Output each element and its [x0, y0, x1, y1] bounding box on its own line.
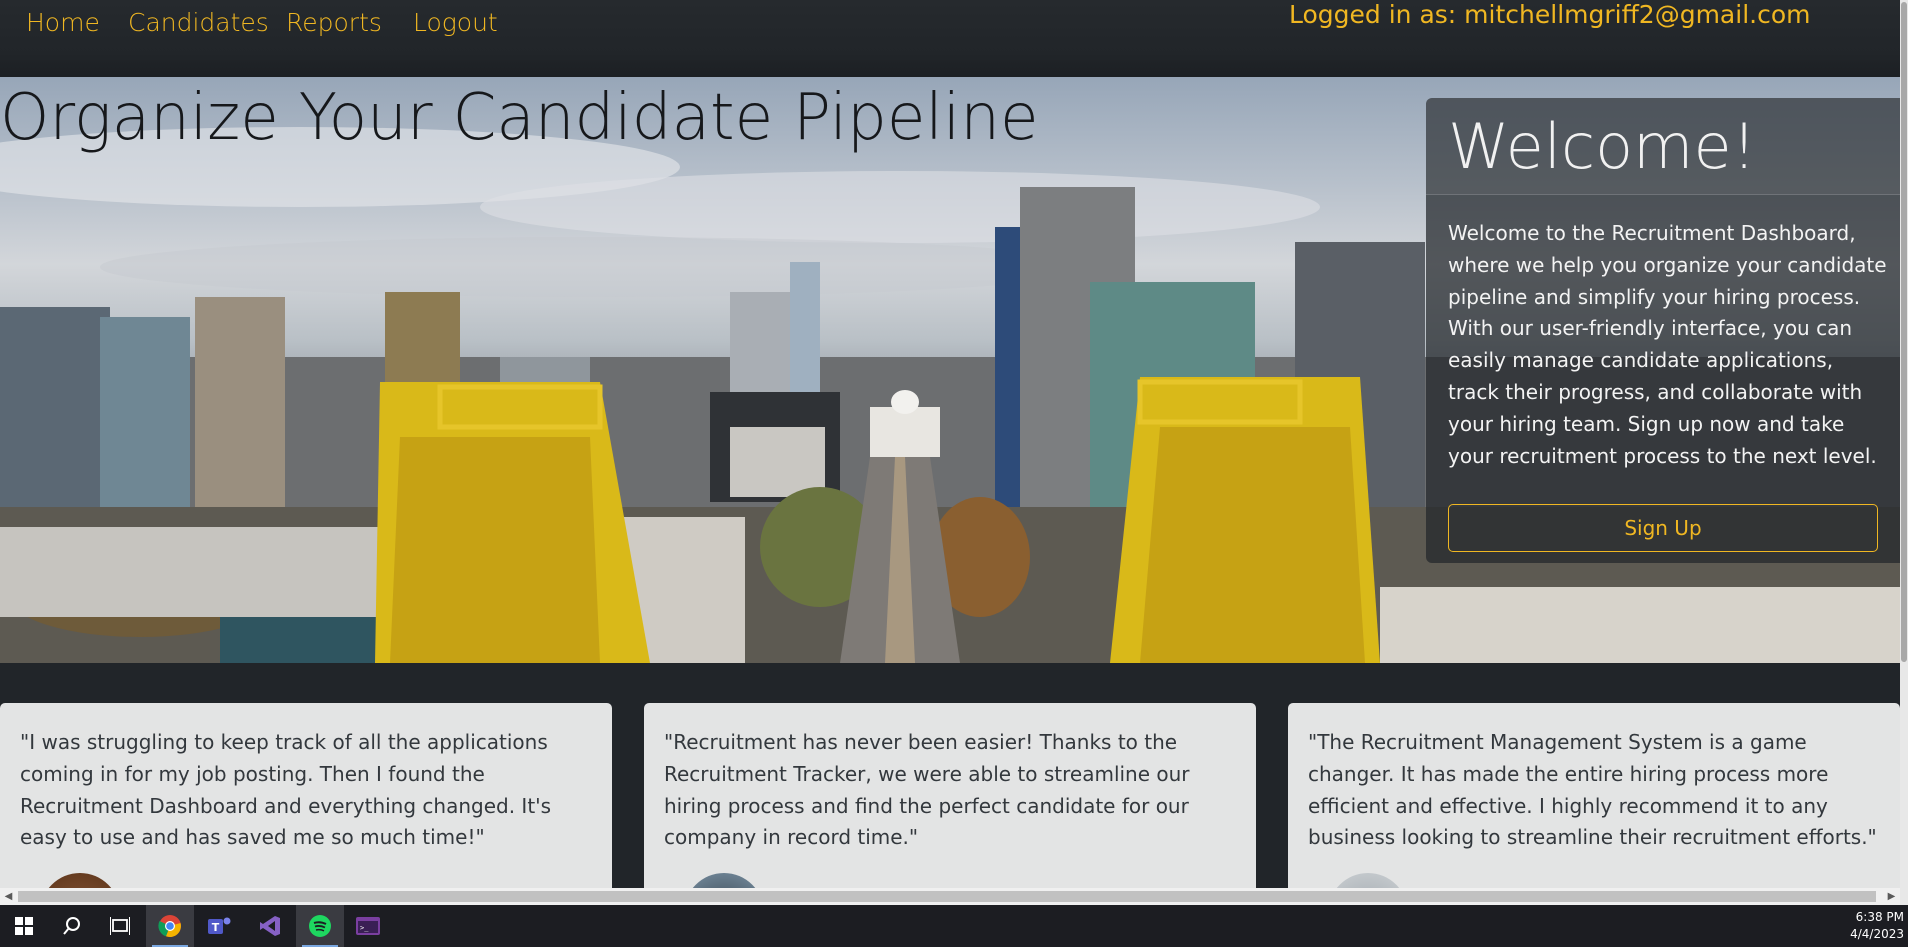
- vertical-scrollbar[interactable]: [1900, 0, 1908, 905]
- nav-link-home[interactable]: Home: [26, 8, 100, 37]
- svg-text:>_: >_: [360, 924, 369, 932]
- horizontal-scrollbar[interactable]: ◀ ▶: [0, 888, 1900, 905]
- testimonial-card: "The Recruitment Management System is a …: [1288, 703, 1900, 903]
- chrome-icon[interactable]: [146, 905, 194, 947]
- task-view-icon[interactable]: [96, 905, 144, 947]
- navbar: Home Candidates Reports Logout Logged in…: [0, 0, 1900, 77]
- windows-start-icon[interactable]: [0, 905, 48, 947]
- spotify-icon[interactable]: [296, 905, 344, 947]
- welcome-title: Welcome!: [1448, 110, 1757, 183]
- clock-date: 4/4/2023: [1850, 927, 1904, 941]
- system-clock[interactable]: 6:38 PM 4/4/2023: [1850, 909, 1904, 943]
- hero-title: Organize Your Candidate Pipeline: [0, 81, 1039, 155]
- testimonial-text: "Recruitment has never been easier! Than…: [664, 730, 1190, 850]
- terminal-icon[interactable]: >_: [344, 905, 392, 947]
- testimonial-card: "I was struggling to keep track of all t…: [0, 703, 612, 903]
- scroll-right-icon[interactable]: ▶: [1883, 888, 1900, 905]
- windows-taskbar: T >_ 6:38 PM 4/4/2023: [0, 905, 1908, 947]
- welcome-text: Welcome to the Recruitment Dashboard, wh…: [1448, 221, 1887, 468]
- testimonial-text: "I was struggling to keep track of all t…: [20, 730, 552, 850]
- nav-link-candidates[interactable]: Candidates: [128, 8, 269, 37]
- nav-link-logout[interactable]: Logout: [413, 8, 498, 37]
- testimonial-text: "The Recruitment Management System is a …: [1308, 730, 1877, 850]
- search-icon[interactable]: [48, 905, 96, 947]
- scroll-left-icon[interactable]: ◀: [0, 888, 17, 905]
- clock-time: 6:38 PM: [1855, 910, 1904, 924]
- teams-icon[interactable]: T: [196, 905, 244, 947]
- welcome-card: Welcome! Welcome to the Recruitment Dash…: [1426, 98, 1900, 563]
- sign-up-button[interactable]: Sign Up: [1448, 504, 1878, 552]
- nav-link-reports[interactable]: Reports: [286, 8, 382, 37]
- vertical-scrollbar-thumb[interactable]: [1901, 2, 1907, 662]
- horizontal-scrollbar-thumb[interactable]: [18, 891, 1876, 902]
- logged-in-user: Logged in as: mitchellmgriff2@gmail.com: [1289, 0, 1811, 29]
- svg-text:T: T: [212, 921, 220, 934]
- visual-studio-icon[interactable]: [246, 905, 294, 947]
- testimonial-card: "Recruitment has never been easier! Than…: [644, 703, 1256, 903]
